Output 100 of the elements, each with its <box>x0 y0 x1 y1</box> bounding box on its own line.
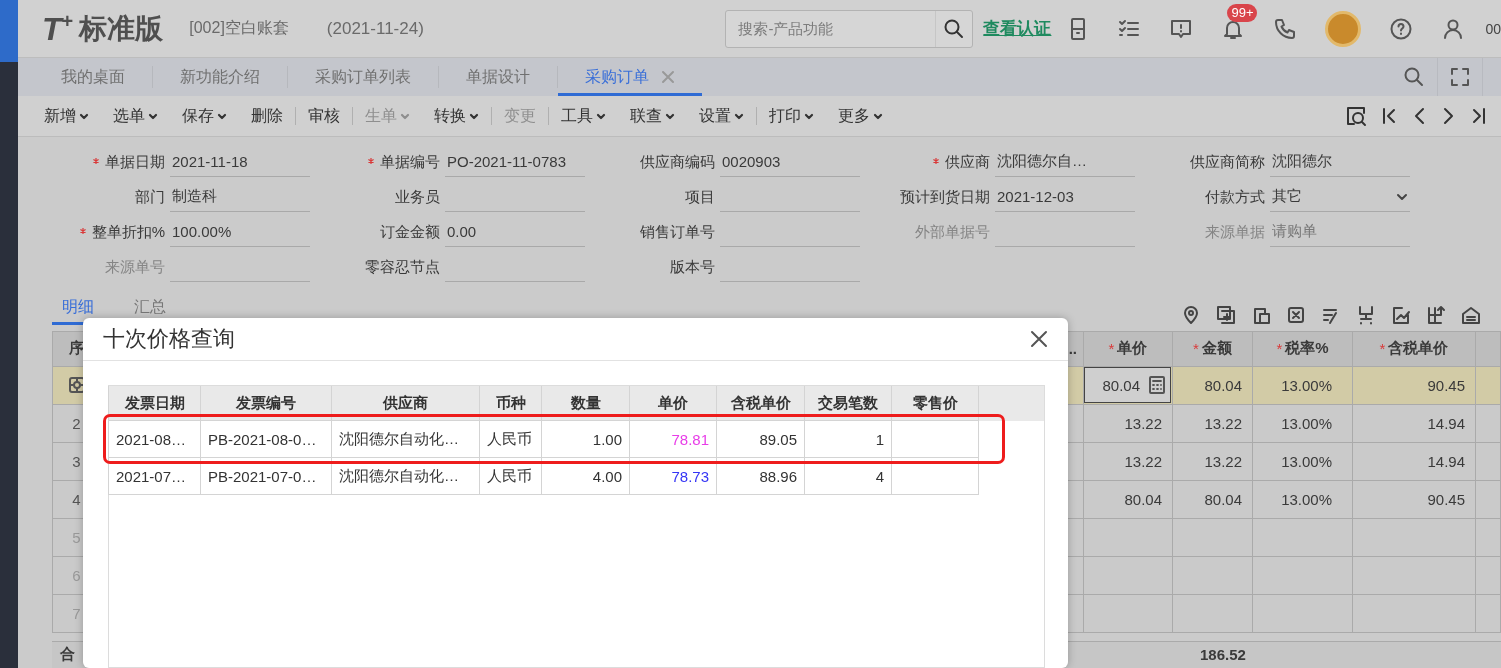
user-name: 00 <box>1485 20 1501 37</box>
field-label: 外部单据号 <box>915 223 990 242</box>
table-cell: 13.00% <box>1281 452 1332 470</box>
input-field[interactable]: 2021-11-18 <box>170 147 310 178</box>
toolbar-button[interactable]: 转换 <box>422 105 491 127</box>
row-number: 2 <box>72 414 81 432</box>
field-label: 订金金额 <box>380 223 440 242</box>
app-logo: T+ 标准版 <box>42 10 164 47</box>
dialog-title: 十次价格查询 <box>103 325 235 353</box>
table-cell: 14.94 <box>1427 452 1465 470</box>
input-field[interactable]: 制造科 <box>170 182 310 213</box>
sidebar-logo-block <box>0 0 18 62</box>
table-cell: 14.94 <box>1427 414 1465 432</box>
field-label: 来源单据 <box>1205 223 1265 242</box>
field-label: 预计到货日期 <box>900 188 990 207</box>
field-label: 来源单号 <box>105 258 165 277</box>
notification-badge: 99+ <box>1227 3 1258 22</box>
table-cell: 人民币 <box>480 421 542 458</box>
table-cell: 13.00% <box>1281 376 1332 394</box>
table-cell: 90.45 <box>1427 376 1465 394</box>
field-label: 单据日期 <box>92 153 165 172</box>
toolbar-button[interactable]: 选单 <box>101 105 170 127</box>
caret-icon <box>469 112 479 121</box>
caret-icon <box>734 112 744 121</box>
toolbar-button[interactable]: 联查 <box>618 105 687 127</box>
table-cell: 80.04 <box>1124 490 1162 508</box>
column-header: * 金额 <box>1173 331 1253 366</box>
input-field[interactable]: 沈阳德尔 <box>1270 147 1410 178</box>
first-page-icon[interactable] <box>1381 106 1397 127</box>
input-field[interactable]: 沈阳德尔自… <box>995 147 1135 178</box>
caret-icon <box>217 112 227 121</box>
caret-icon <box>1396 193 1408 201</box>
last-page-icon[interactable] <box>1471 106 1487 127</box>
toolbar-button[interactable]: 打印 <box>757 105 826 127</box>
home-icon[interactable] <box>1461 304 1481 325</box>
toolbar-button[interactable]: 新增 <box>32 105 101 127</box>
chart-icon[interactable] <box>1391 304 1411 325</box>
field-label: 零容忍节点 <box>365 258 440 277</box>
input-field[interactable]: 100.00% <box>170 217 310 248</box>
table-cell: 1 <box>805 421 892 458</box>
preview-icon[interactable] <box>1345 105 1367 128</box>
fullscreen-icon[interactable] <box>1450 67 1470 88</box>
search-icon[interactable] <box>943 17 966 40</box>
column-header: * 含税单价 <box>1353 331 1476 366</box>
search-field[interactable]: 搜索-产品功能 <box>726 9 936 48</box>
toolbar-button[interactable]: 更多 <box>826 105 895 127</box>
table-cell: 13.22 <box>1124 452 1162 470</box>
toolbar-button[interactable]: 删除 <box>239 105 295 127</box>
field-label: 供应商简称 <box>1190 153 1265 172</box>
account-name: [002]空白账套 <box>189 18 289 39</box>
total-amount: 186.52 <box>1200 646 1246 664</box>
input-field[interactable]: 2021-12-03 <box>995 182 1135 213</box>
row-number: 3 <box>72 452 81 470</box>
table-cell: 2021-08… <box>108 421 201 458</box>
input-field[interactable]: 80.04 <box>1084 367 1171 404</box>
table-cell: 13.22 <box>1204 414 1242 432</box>
field-label: 业务员 <box>395 188 440 207</box>
input-field[interactable]: PO-2021-11-0783 <box>445 147 585 178</box>
table-cell: 1.00 <box>542 421 630 458</box>
field-label: 整单折扣% <box>78 223 165 242</box>
caret-icon <box>400 112 410 121</box>
search-icon[interactable] <box>1403 66 1425 89</box>
field-label: 部门 <box>135 188 165 207</box>
row-marker-icon <box>67 376 86 395</box>
column-header: * 单价 <box>1084 331 1173 366</box>
calculator-icon[interactable] <box>1148 376 1166 395</box>
input-field[interactable]: 其它 <box>1270 182 1410 213</box>
search-box[interactable]: 搜索-产品功能 <box>725 9 974 48</box>
field-label: 项目 <box>685 188 715 207</box>
field-label: 版本号 <box>670 258 715 277</box>
toolbar-button[interactable]: 审核 <box>296 105 352 127</box>
table-cell: 90.45 <box>1427 490 1465 508</box>
column-header: * 税率% <box>1253 331 1353 366</box>
field-label: 付款方式 <box>1205 188 1265 207</box>
pin-icon[interactable] <box>1181 304 1201 325</box>
caret-icon <box>804 112 814 121</box>
table-cell: 89.05 <box>717 421 805 458</box>
caret-icon <box>596 112 606 121</box>
table-cell: 沈阳德尔自动化… <box>332 421 480 458</box>
toolbar-button[interactable]: 工具 <box>549 105 618 127</box>
help-icon[interactable] <box>1389 16 1414 41</box>
table-cell: 13.22 <box>1204 452 1242 470</box>
table-cell: 13.00% <box>1281 414 1332 432</box>
toolbar-button[interactable]: 设置 <box>687 105 756 127</box>
close-icon[interactable] <box>1030 330 1048 348</box>
input-field[interactable]: 0020903 <box>720 147 860 178</box>
insert-column-icon[interactable] <box>1426 304 1446 325</box>
table-cell: 13.22 <box>1124 414 1162 432</box>
table-cell: 78.81 <box>630 421 717 458</box>
table-cell: 80.04 <box>1204 490 1242 508</box>
toolbar-button[interactable]: 保存 <box>170 105 239 127</box>
add-row-icon[interactable] <box>1216 304 1236 325</box>
table-cell: 13.00% <box>1281 490 1332 508</box>
caret-icon <box>665 112 675 121</box>
field-label: 供应商 <box>932 153 990 172</box>
row-number: 4 <box>72 490 81 508</box>
field-label: 单据编号 <box>367 153 440 172</box>
input-field[interactable]: 0.00 <box>445 217 585 248</box>
field-label: 供应商编码 <box>640 153 715 172</box>
phone-icon[interactable] <box>1273 16 1298 41</box>
